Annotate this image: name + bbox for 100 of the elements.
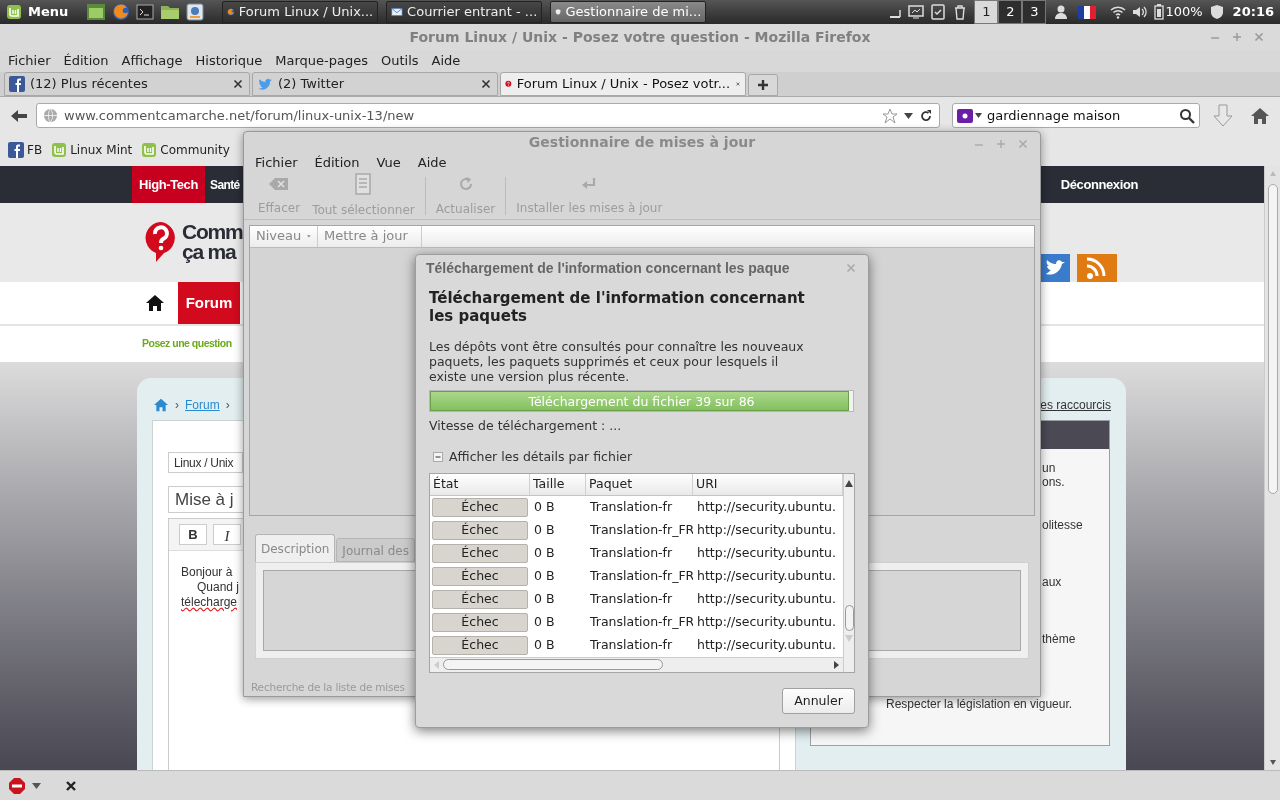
globe-icon[interactable] (112, 3, 131, 21)
status-cell: Échec (432, 543, 528, 563)
workspace-button[interactable]: 3 (1022, 0, 1047, 24)
details-expander[interactable]: Afficher les détails par fichier (433, 447, 633, 467)
shield-icon[interactable] (1208, 4, 1225, 20)
document-icon (354, 172, 373, 195)
close-icon[interactable] (479, 77, 493, 91)
arrow-down-icon[interactable] (1268, 758, 1277, 766)
scroll-thumb[interactable] (844, 604, 854, 631)
updates-icon[interactable] (930, 4, 947, 20)
column-header[interactable]: Taille (530, 473, 586, 495)
nav-link[interactable]: High-Tech (132, 166, 205, 203)
dialog-title: Téléchargement de l'information concernant les paque (426, 258, 791, 278)
status-cell: Échec (432, 497, 528, 517)
flag-icon[interactable] (1078, 5, 1097, 19)
menu-item[interactable]: Édition (63, 51, 109, 71)
table-cell: Translation-fr_FR (590, 567, 693, 583)
clock: 20:16 (1232, 3, 1274, 22)
back-arrow-icon[interactable] (10, 107, 28, 124)
menu-item[interactable]: Vue (376, 153, 401, 173)
menu-button[interactable]: Menu (0, 0, 77, 24)
bird-icon (257, 76, 273, 92)
menu-item[interactable]: Aide (431, 51, 461, 71)
status-cell: Échec (432, 589, 528, 609)
column-header[interactable]: Paquet (586, 473, 693, 495)
home-icon[interactable] (145, 294, 165, 312)
table-cell: Translation-fr (590, 590, 673, 606)
wifi-icon[interactable] (1110, 5, 1127, 19)
rule-text: Respecter la législation en vigueur. (886, 697, 1073, 711)
reload-icon[interactable] (919, 108, 933, 123)
window-icon[interactable] (86, 3, 107, 21)
arrow-up-icon[interactable] (845, 479, 853, 487)
scroll-thumb[interactable] (1267, 184, 1278, 494)
nav-link[interactable]: Déconnexion (1060, 166, 1138, 203)
table-cell: 0 B (534, 521, 555, 537)
section-tab[interactable]: Forum (178, 282, 240, 324)
star-icon[interactable] (882, 107, 898, 124)
scrollbar[interactable] (843, 473, 854, 672)
format-button[interactable]: I (213, 524, 241, 545)
browser-tab[interactable]: Forum Linux / Unix - Posez votr... (500, 72, 746, 96)
scroll-thumb[interactable] (443, 659, 663, 670)
terminal-icon[interactable] (136, 3, 155, 21)
facebook-icon (9, 76, 25, 92)
progress-label: Téléchargement du fichier 39 sur 86 (527, 393, 756, 411)
dropdown-icon[interactable] (904, 111, 913, 120)
bird-icon[interactable] (1040, 254, 1070, 282)
close-icon[interactable] (65, 779, 77, 792)
format-button[interactable]: B (179, 524, 207, 545)
search-field[interactable]: gardiennage maison (952, 103, 1200, 128)
rule-text: olitesse (1042, 518, 1083, 534)
image-icon[interactable] (186, 3, 205, 21)
nav-link[interactable]: Santé (205, 166, 240, 203)
rss-icon[interactable] (1077, 254, 1117, 282)
home-icon[interactable] (1250, 106, 1270, 125)
monitor-icon[interactable] (908, 4, 925, 20)
arrow-right-icon[interactable] (833, 660, 840, 669)
browser-tab[interactable]: (2) Twitter (252, 72, 498, 96)
menu-item[interactable]: Historique (195, 51, 263, 71)
status-cell: Échec (432, 520, 528, 540)
dialog-description: Les dépôts vont être consultés pour connaître les nouveaux paquets, les paquets supprimés et ceux pour lesquels il existe une version plus récente. (429, 339, 805, 384)
folder-icon[interactable] (160, 3, 181, 21)
close-icon[interactable] (231, 77, 245, 91)
menu-item[interactable]: Fichier (8, 51, 51, 71)
address-field[interactable]: www.commentcamarche.net/forum/linux-unix-13/new (36, 103, 940, 128)
workspace-button[interactable]: 2 (998, 0, 1023, 24)
scrollbar[interactable] (430, 656, 843, 672)
menu-item[interactable]: Édition (314, 153, 360, 173)
dropdown-icon[interactable] (32, 781, 41, 790)
table-cell: 0 B (534, 590, 555, 606)
menu-item[interactable]: Affichage (121, 51, 183, 71)
scrollbar[interactable] (1264, 166, 1280, 770)
ad-block-icon[interactable] (8, 776, 26, 795)
menu-item[interactable]: Marque-pages (275, 51, 368, 71)
bookmark[interactable]: Linux Mint (51, 141, 133, 159)
shortcuts-link[interactable]: es raccourcis (1040, 396, 1111, 414)
battery-icon[interactable] (1154, 4, 1165, 20)
cancel-button[interactable]: Annuler (782, 688, 855, 714)
dialog-heading: Téléchargement de l'information concernant les paquets (429, 289, 806, 325)
search-engine-icon[interactable] (957, 108, 983, 123)
search-icon[interactable] (1179, 107, 1195, 124)
table-cell: Translation-fr (590, 498, 673, 514)
browser-tab[interactable]: (12) Plus récentes (4, 72, 250, 96)
menu-item[interactable]: Fichier (255, 153, 298, 173)
bookmark[interactable]: Community (141, 141, 230, 159)
menu-item[interactable]: Aide (417, 153, 447, 173)
rule-text: un ons. (1042, 461, 1065, 491)
taskbar-button[interactable]: Courrier entrant - ... (386, 1, 543, 23)
bookmark[interactable]: FB (8, 141, 43, 159)
column-header[interactable]: État (430, 473, 530, 495)
speed-text: Vitesse de téléchargement : ... (429, 417, 623, 435)
breadcrumb-separator: › (175, 397, 179, 414)
menu-item[interactable]: Outils (380, 51, 419, 71)
workspace-button[interactable]: 1 (974, 0, 999, 24)
taskbar-button[interactable]: Gestionnaire de mi... (550, 1, 707, 23)
category-select[interactable]: Linux / Unix (168, 452, 243, 473)
user-icon[interactable] (1054, 4, 1069, 20)
volume-icon[interactable] (1132, 5, 1149, 19)
plus-icon[interactable] (757, 79, 769, 91)
table-cell: 0 B (534, 613, 555, 629)
taskbar-button[interactable]: Forum Linux / Unix... (222, 1, 379, 23)
